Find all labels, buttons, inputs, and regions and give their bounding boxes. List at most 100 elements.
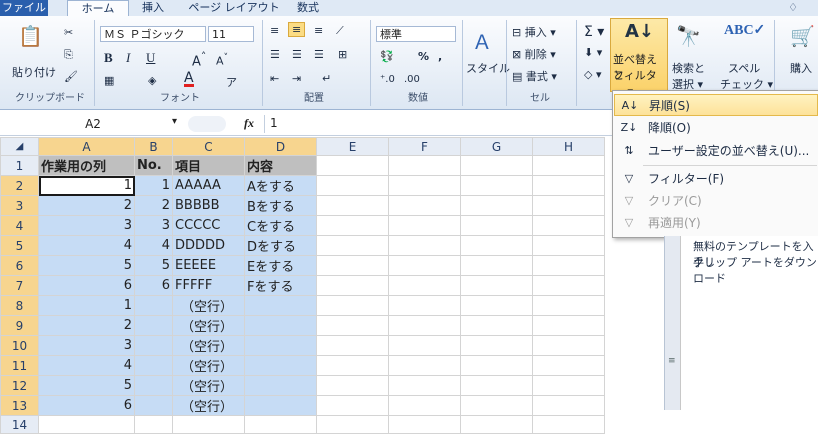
cell[interactable]: 1 (134, 175, 173, 196)
column-header[interactable]: D (244, 137, 317, 156)
cell[interactable] (134, 315, 173, 336)
copy-icon[interactable]: ⎘ (64, 48, 73, 62)
row-header[interactable]: 13 (0, 395, 39, 416)
align-center-icon[interactable]: ☰ (292, 48, 302, 61)
row-header[interactable]: 14 (0, 415, 39, 434)
cell[interactable]: 6 (38, 395, 135, 416)
cell[interactable] (316, 215, 389, 236)
row-header[interactable]: 5 (0, 235, 39, 256)
cell[interactable]: 5 (38, 375, 135, 396)
cell[interactable] (316, 275, 389, 296)
cut-icon[interactable]: ✂ (64, 26, 73, 39)
cell[interactable] (532, 355, 605, 376)
paste-button[interactable]: 貼り付け (12, 64, 56, 80)
align-top-icon[interactable]: ≡ (270, 24, 279, 37)
fill-color-icon[interactable]: ◈ (148, 74, 156, 87)
column-header[interactable]: B (134, 137, 173, 156)
insert-cells-button[interactable]: ⊟ 挿入 ▾ (512, 24, 556, 40)
cell[interactable]: 3 (134, 215, 173, 236)
cell[interactable]: Aをする (244, 175, 317, 196)
cell[interactable]: （空行） (172, 315, 245, 336)
column-header[interactable]: H (532, 137, 605, 156)
cell[interactable] (388, 195, 461, 216)
cell[interactable]: （空行） (172, 355, 245, 376)
merge-icon[interactable]: ⊞ (338, 48, 347, 61)
cell[interactable]: 6 (134, 275, 173, 296)
row-header[interactable]: 9 (0, 315, 39, 336)
task-pane-link[interactable]: クリップ アートをダウンロード (693, 254, 818, 286)
cell[interactable] (316, 315, 389, 336)
percent-icon[interactable]: % (418, 50, 429, 63)
phonetic-icon[interactable]: ア (226, 74, 237, 90)
spell-check-label-1[interactable]: スペル (728, 60, 760, 76)
cell[interactable]: 6 (38, 275, 135, 296)
cart-icon[interactable]: 🛒 (790, 24, 815, 48)
cell[interactable] (460, 255, 533, 276)
cell[interactable]: Cをする (244, 215, 317, 236)
cell[interactable] (460, 315, 533, 336)
format-cells-button[interactable]: ▤ 書式 ▾ (512, 68, 557, 84)
cell[interactable] (532, 415, 605, 434)
cell[interactable] (134, 335, 173, 356)
cell[interactable] (134, 395, 173, 416)
worksheet-grid[interactable]: ◢ A B C D E F G H 1 作業用の列 No. 項目 内容 2 1 1 AAAAA A… (0, 137, 605, 434)
currency-icon[interactable]: 💱 (380, 50, 394, 63)
cell[interactable] (316, 195, 389, 216)
cell[interactable]: 3 (38, 215, 135, 236)
font-size-select[interactable]: 11 (208, 26, 254, 42)
header-cell[interactable]: No. (134, 155, 173, 176)
cell[interactable] (38, 415, 135, 434)
cell[interactable] (532, 295, 605, 316)
align-left-icon[interactable]: ☰ (270, 48, 280, 61)
cell[interactable] (244, 295, 317, 316)
increase-indent-icon[interactable]: ⇥ (292, 72, 301, 85)
cell[interactable] (532, 195, 605, 216)
menu-item-sort-descending[interactable]: Z↓ 降順(O) (614, 117, 818, 139)
font-name-select[interactable]: ＭＳ Ｐゴシック (100, 26, 206, 42)
row-header[interactable]: 6 (0, 255, 39, 276)
cell[interactable]: CCCCC (172, 215, 245, 236)
row-header[interactable]: 11 (0, 355, 39, 376)
cell[interactable] (388, 155, 461, 176)
row-header[interactable]: 4 (0, 215, 39, 236)
menu-item-reapply[interactable]: ▽ 再適用(Y) (614, 212, 818, 234)
cell[interactable] (532, 215, 605, 236)
bold-button[interactable]: B (104, 50, 113, 66)
cell[interactable] (532, 375, 605, 396)
cell[interactable] (532, 155, 605, 176)
cell[interactable] (134, 375, 173, 396)
cell[interactable]: FFFFF (172, 275, 245, 296)
number-format-select[interactable]: 標準 (376, 26, 456, 42)
cell[interactable] (460, 235, 533, 256)
cell[interactable] (532, 335, 605, 356)
cell[interactable] (460, 215, 533, 236)
cell[interactable]: EEEEE (172, 255, 245, 276)
cell[interactable]: 3 (38, 335, 135, 356)
tab-formulas[interactable]: 数式 (292, 0, 324, 16)
align-bottom-icon[interactable]: ≡ (314, 24, 323, 37)
clear-icon[interactable]: ◇ ▾ (584, 68, 601, 81)
header-cell[interactable]: 内容 (244, 155, 317, 176)
cell[interactable]: DDDDD (172, 235, 245, 256)
cell[interactable] (316, 375, 389, 396)
insert-function-icon[interactable]: fx (244, 116, 254, 131)
sort-filter-button[interactable]: A↓ 並べ替えと フィルター ▾ (610, 18, 668, 98)
cell[interactable] (316, 355, 389, 376)
cell[interactable] (244, 395, 317, 416)
buy-button[interactable]: 購入 (790, 60, 812, 76)
wrap-text-icon[interactable]: ↵ (322, 72, 331, 85)
cell[interactable] (388, 375, 461, 396)
cell[interactable] (388, 315, 461, 336)
cell[interactable] (532, 395, 605, 416)
cell[interactable] (244, 335, 317, 356)
cell[interactable] (316, 395, 389, 416)
cell[interactable]: 4 (134, 235, 173, 256)
tab-file[interactable]: ファイル (0, 0, 48, 16)
cell[interactable]: （空行） (172, 395, 245, 416)
cell[interactable] (388, 235, 461, 256)
cell[interactable]: 4 (38, 235, 135, 256)
cell[interactable] (316, 415, 389, 434)
cell[interactable] (388, 255, 461, 276)
cell[interactable] (460, 155, 533, 176)
cell[interactable] (388, 275, 461, 296)
